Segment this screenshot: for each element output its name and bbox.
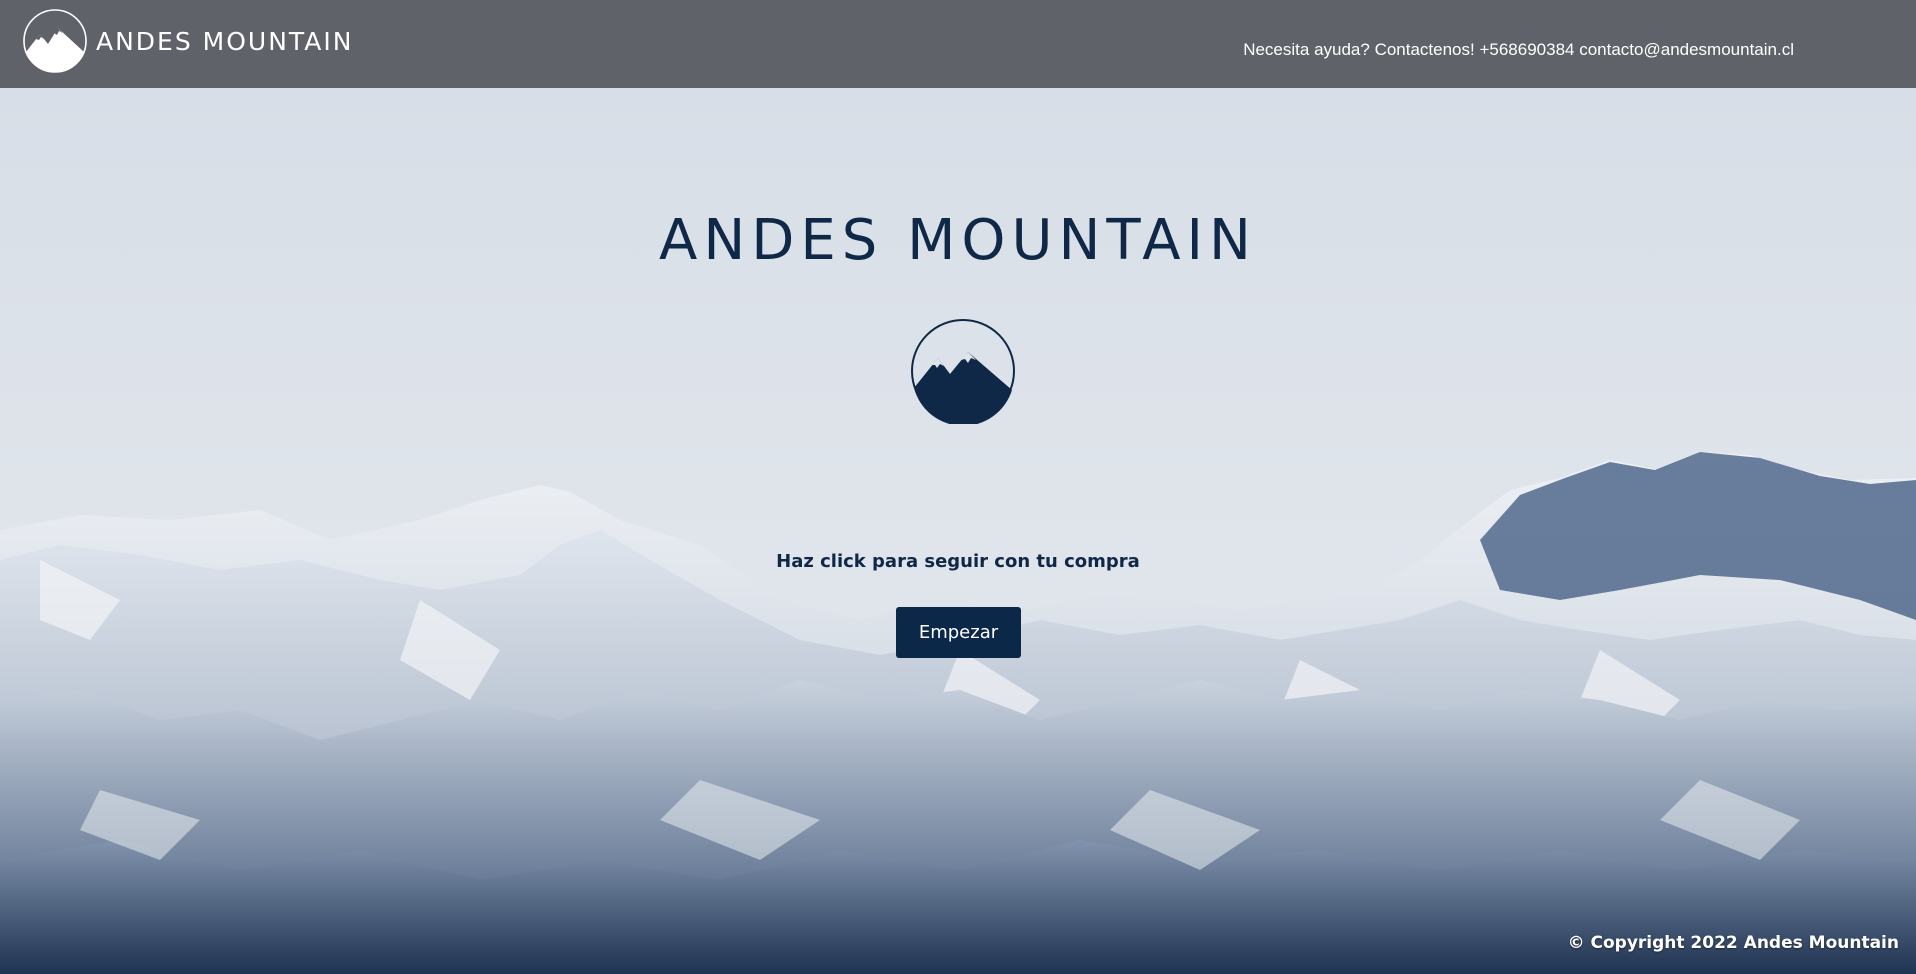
start-button[interactable]: Empezar (896, 607, 1021, 658)
help-text: Necesita ayuda? Contactenos! +568690384 (1243, 40, 1575, 59)
hero-title: ANDES MOUNTAIN (659, 208, 1257, 273)
page: ANDES MOUNTAIN Necesita ayuda? Contacten… (0, 0, 1916, 974)
mountain-background-image (0, 0, 1916, 974)
copyright-text: © Copyright 2022 Andes Mountain (1567, 933, 1899, 953)
mountain-circle-logo-icon (911, 319, 1015, 424)
header-brand-name: ANDES MOUNTAIN (96, 26, 354, 56)
header-contact-info: Necesita ayuda? Contactenos! +568690384 … (1239, 40, 1794, 60)
header-brand-link[interactable]: ANDES MOUNTAIN (22, 8, 353, 74)
site-header: ANDES MOUNTAIN Necesita ayuda? Contacten… (0, 0, 1916, 88)
mountain-circle-logo-icon (23, 9, 87, 73)
hero-subtitle: Haz click para seguir con tu compra (776, 551, 1140, 572)
contact-email-link[interactable]: contacto@andesmountain.cl (1579, 40, 1794, 59)
